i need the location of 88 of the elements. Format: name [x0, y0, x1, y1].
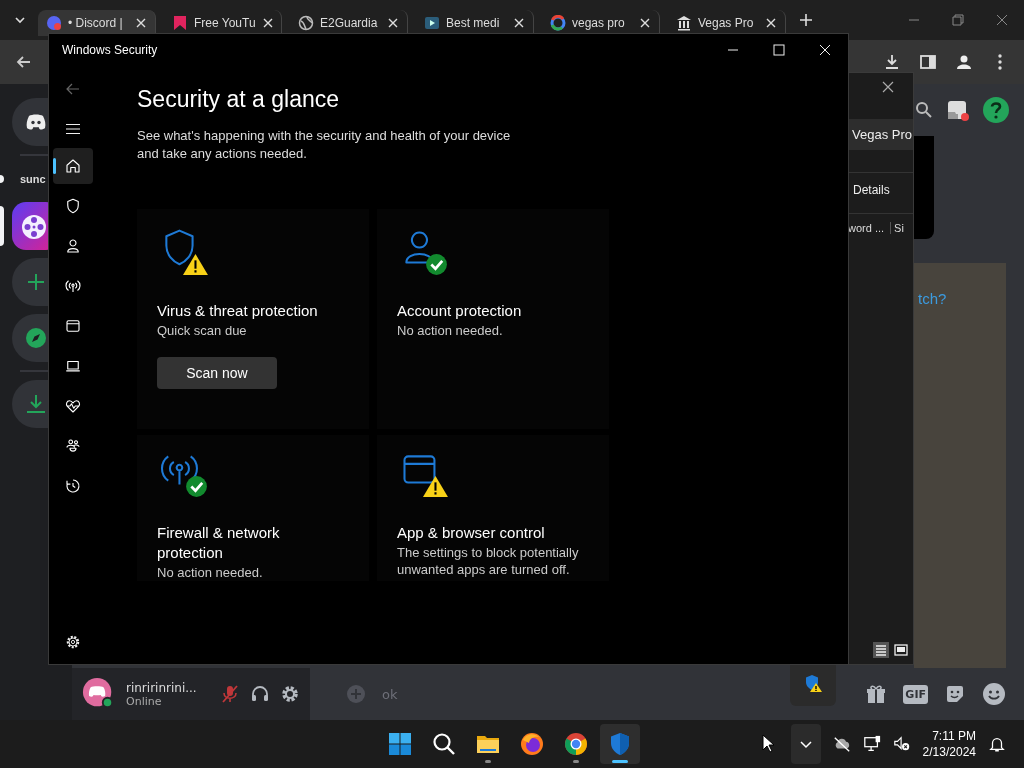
status-card[interactable]: Account protection No action needed. [377, 209, 609, 429]
running-indicator [485, 760, 491, 763]
tab-title: vegas pro [572, 16, 626, 30]
server-name[interactable]: sunc [20, 173, 46, 185]
running-indicator [573, 760, 579, 763]
show-hidden-icons-button[interactable] [790, 724, 821, 764]
film-reel-server-icon[interactable] [12, 202, 48, 250]
emoji-icon[interactable] [982, 682, 1006, 706]
person-icon [64, 237, 82, 255]
browser-tab[interactable]: • Discord | [38, 10, 156, 36]
home-icon [64, 157, 82, 175]
card-title: Virus & threat protection [157, 301, 319, 321]
column-header[interactable]: Si [890, 222, 904, 234]
chrome-icon [564, 732, 588, 756]
security-taskbar-button[interactable] [600, 724, 640, 764]
notification-bell-icon[interactable] [988, 735, 1006, 753]
username: rinririnrini... [126, 680, 198, 695]
heart-icon [64, 397, 82, 415]
settings-icon[interactable] [280, 684, 300, 704]
building-favicon-icon [676, 15, 692, 31]
tab-title: • Discord | [68, 16, 124, 30]
status-card[interactable]: App & browser control The settings to block potentially unwanted apps are turned off. [377, 435, 609, 581]
gif-button[interactable]: GIF [903, 684, 928, 704]
volume-muted-icon[interactable] [892, 735, 911, 753]
close-icon[interactable] [817, 42, 833, 58]
globe-icon [298, 15, 314, 31]
back-arrow-icon[interactable] [65, 81, 81, 97]
status-card[interactable]: Firewall & network protection No action needed. [137, 435, 369, 581]
windows-logo-icon [388, 732, 412, 756]
preview-view-icon[interactable] [893, 642, 909, 658]
history-icon [64, 477, 82, 495]
close-icon[interactable] [881, 80, 895, 94]
muted-microphone-icon[interactable] [220, 684, 240, 704]
menu-icon[interactable] [65, 121, 81, 137]
card-title: Account protection [397, 301, 523, 321]
discord-home-button[interactable] [12, 98, 48, 146]
maximize-icon[interactable] [771, 42, 787, 58]
network-icon[interactable] [862, 735, 881, 753]
inbox-icon[interactable] [946, 98, 970, 122]
status-card[interactable]: Virus & threat protection Quick scan due Scan now [137, 209, 369, 429]
google-favicon-icon [550, 15, 566, 31]
page-subtitle: See what's happening with the security and health of your device and take any actions needed. [137, 127, 512, 163]
card-status: Quick scan due [157, 322, 248, 339]
message-text: ok [382, 686, 398, 702]
tab-title: Free YouTu [194, 16, 256, 30]
page-heading: Security at a glance [137, 86, 340, 113]
tab-title: Vegas Pro [698, 16, 755, 30]
card-title: Firewall & network protection [157, 523, 281, 563]
card-status: No action needed. [397, 322, 504, 339]
headphones-icon[interactable] [250, 684, 270, 704]
restore-icon[interactable] [950, 12, 966, 28]
firefox-icon [520, 732, 544, 756]
tab-title: E2Guardia [320, 16, 379, 30]
card-status: The settings to block potentially unwanted apps are turned off. [397, 544, 580, 578]
card-status: No action needed. [157, 564, 264, 581]
search-icon[interactable] [914, 100, 934, 120]
window-icon [64, 317, 82, 335]
shield-warning-icon[interactable] [803, 673, 823, 693]
window-title: Windows Security [62, 43, 158, 57]
search-icon [432, 732, 456, 756]
help-icon[interactable] [982, 96, 1010, 124]
home-nav-item[interactable] [53, 148, 93, 184]
card-title: App & browser control [397, 523, 546, 543]
side-panel-icon[interactable] [918, 52, 938, 72]
compass-icon [24, 326, 48, 350]
scan-now-button[interactable]: Scan now [157, 357, 277, 389]
running-indicator [612, 760, 628, 763]
settings-icon[interactable] [65, 634, 81, 650]
tab-title: Best medi [446, 16, 501, 30]
add-server-button[interactable] [12, 258, 48, 306]
column-header[interactable]: word ... [845, 222, 885, 234]
clock-time[interactable]: 7:11 PM [932, 728, 976, 744]
bookmark-favicon-icon [172, 15, 188, 31]
explore-button[interactable] [12, 314, 48, 362]
play-favicon-icon [424, 15, 440, 31]
gift-icon[interactable] [865, 683, 888, 705]
shield-icon [608, 732, 632, 756]
shield-icon [64, 197, 82, 215]
download-icon [24, 392, 48, 416]
download-button[interactable] [12, 380, 48, 428]
list-view-icon[interactable] [873, 642, 889, 658]
family-icon [64, 437, 82, 455]
user-status: Online [126, 694, 163, 708]
discord-favicon-icon [46, 15, 62, 31]
sticker-icon[interactable] [944, 683, 966, 705]
clock-date[interactable]: 2/13/2024 [922, 744, 976, 760]
new-tab-icon[interactable] [798, 12, 814, 28]
cloud-off-icon[interactable] [832, 735, 851, 753]
